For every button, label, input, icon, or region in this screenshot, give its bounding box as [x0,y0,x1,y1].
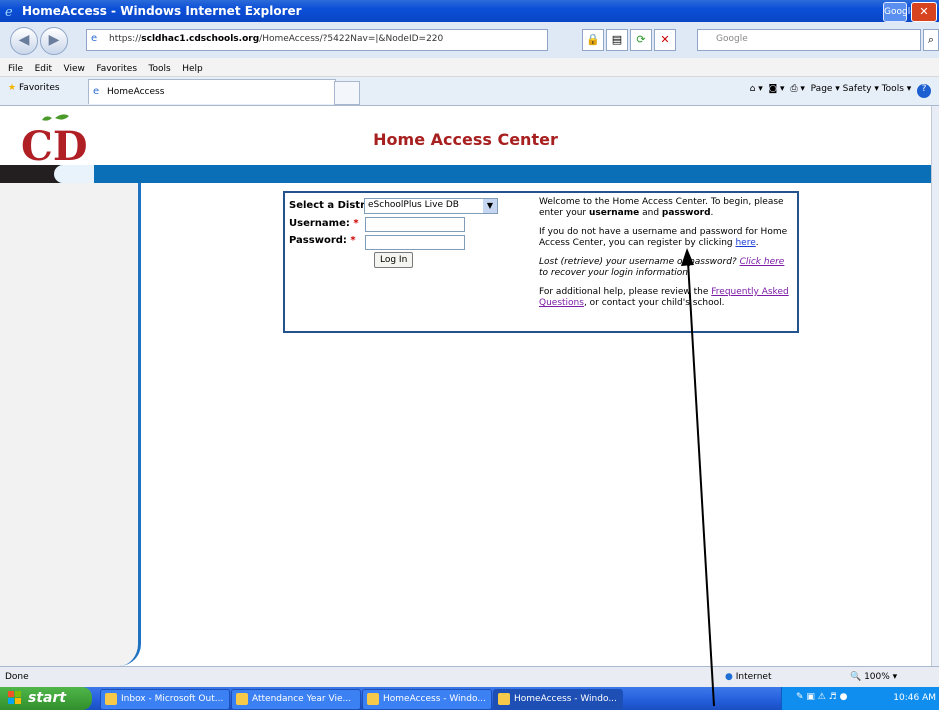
chevron-down-icon[interactable]: ▼ [483,199,497,213]
star-icon: ★ [8,83,17,93]
taskbar-item-attendance[interactable]: Attendance Year Vie... [231,689,361,710]
page-title: Home Access Center [373,130,558,149]
status-bar: Done ● Internet 🔍 100% ▾ [0,666,939,687]
windows-flag-icon [8,691,21,704]
tab-homeaccess[interactable]: e HomeAccess [88,79,336,104]
back-button[interactable]: ◀ [10,27,38,55]
password-label: Password: * [289,235,356,246]
info-text: Welcome to the Home Access Center. To be… [539,197,793,317]
menu-view[interactable]: View [64,64,85,74]
window-title: HomeAccess - Windows Internet Explorer [22,4,302,18]
favorites-button[interactable]: ★ Favorites [8,83,60,93]
command-bar[interactable]: ⌂ ▾ ◙ ▾ ⎙ ▾ Page ▾ Safety ▾ Tools ▾ ? [750,84,931,98]
ie-icon: e [5,5,13,18]
tray-icons[interactable]: ✎ ▣ ⚠ ♬ ● [796,692,847,702]
required-marker: * [353,218,359,229]
register-paragraph: If you do not have a username and passwo… [539,227,788,248]
window-title-bar: e HomeAccess - Windows Internet Explorer… [0,0,939,22]
refresh-icon[interactable]: ⟳ [630,29,652,51]
password-field[interactable] [365,235,465,250]
compatibility-icon[interactable]: ▤ [606,29,628,51]
login-button[interactable]: Log In [374,252,414,268]
new-tab-button[interactable] [334,81,360,105]
search-placeholder: Google [716,34,748,44]
banner-swoop [54,165,94,183]
header-banner [0,165,931,183]
svg-text:e: e [5,5,13,18]
favorites-bar: ★ Favorites e HomeAccess ⌂ ▾ ◙ ▾ ⎙ ▾ Pag… [0,77,939,106]
start-button[interactable]: start [0,687,92,710]
print-icon[interactable]: ⎙ ▾ [790,84,805,94]
taskbar-item-outlook[interactable]: Inbox - Microsoft Out... [100,689,230,710]
stop-icon[interactable]: ✕ [654,29,676,51]
lock-icon[interactable]: 🔒 [582,29,604,51]
welcome-paragraph: Welcome to the Home Access Center. To be… [539,197,784,218]
help-icon[interactable]: ? [917,84,931,98]
clock: 10:46 AM [893,693,936,703]
ie-tab-icon: e [93,86,100,97]
address-toolbar: ◀ ▶ e https://scldhac1.cdschools.org/Hom… [0,22,939,58]
banner-dark-strip [0,165,60,183]
menu-file[interactable]: File [8,64,23,74]
ie-icon [236,693,248,705]
register-here-link[interactable]: here [735,238,755,248]
username-field[interactable] [365,217,465,232]
globe-icon: ● [725,672,733,682]
ie-icon [367,693,379,705]
lost-login-paragraph: Lost (retrieve) your username or passwor… [539,257,785,278]
page-icon: e [91,33,98,44]
menu-bar: File Edit View Favorites Tools Help [0,58,939,77]
forward-button[interactable]: ▶ [40,27,68,55]
google-toolbar-button[interactable]: Google [883,2,916,22]
outlook-icon [105,693,117,705]
address-url[interactable]: https://scldhac1.cdschools.org/HomeAcces… [109,34,443,44]
required-marker: * [350,235,356,246]
menu-help[interactable]: Help [182,64,203,74]
help-paragraph: For additional help, please review the F… [539,287,789,308]
close-icon[interactable]: ✕ [911,2,937,22]
system-tray: ✎ ▣ ⚠ ♬ ● 10:46 AM [781,687,939,710]
left-sidebar [0,183,141,666]
ie-icon [498,693,510,705]
web-page: CD Home Access Center Select a District:… [0,106,931,666]
username-label: Username: * [289,218,359,229]
taskbar: start Inbox - Microsoft Out... Attendanc… [0,687,939,710]
address-bar[interactable]: e https://scldhac1.cdschools.org/HomeAcc… [86,29,548,51]
search-icon[interactable]: ⌕ [923,29,939,51]
command-menus[interactable]: Page ▾ Safety ▾ Tools ▾ [811,84,912,94]
login-panel: Select a District: eSchoolPlus Live DB ▼… [283,191,799,333]
vertical-scrollbar[interactable] [931,106,939,666]
taskbar-item-homeaccess-2[interactable]: HomeAccess - Windo... [493,689,623,710]
district-select[interactable]: eSchoolPlus Live DB ▼ [364,198,498,214]
home-icon[interactable]: ⌂ ▾ [750,84,763,94]
menu-tools[interactable]: Tools [149,64,171,74]
security-zone: ● Internet [725,672,772,682]
menu-edit[interactable]: Edit [35,64,52,74]
taskbar-item-homeaccess-1[interactable]: HomeAccess - Windo... [362,689,492,710]
search-input[interactable]: Google [697,29,921,51]
zoom-level[interactable]: 🔍 100% ▾ [850,672,897,682]
menu-favorites[interactable]: Favorites [96,64,137,74]
feeds-icon[interactable]: ◙ ▾ [768,84,784,94]
recover-login-link[interactable]: Click here [740,257,785,267]
status-text: Done [5,672,29,682]
